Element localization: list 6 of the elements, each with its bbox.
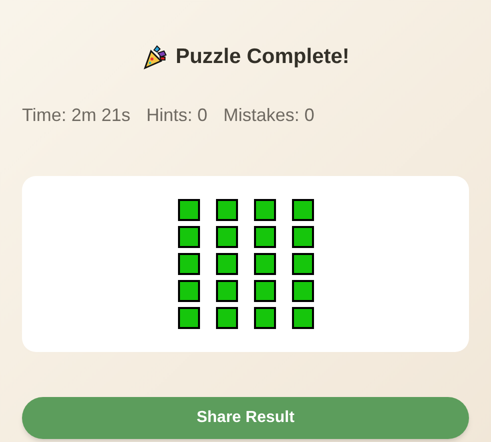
stat-label: Hints: 0 xyxy=(146,104,208,127)
share-result-button[interactable]: Share Result xyxy=(22,397,469,439)
party-popper-icon xyxy=(142,44,168,70)
stat-label: Time: 2m 21s xyxy=(22,104,130,127)
completion-title: Puzzle Complete! xyxy=(176,44,350,70)
stat-label: Mistakes: 0 xyxy=(223,104,314,127)
